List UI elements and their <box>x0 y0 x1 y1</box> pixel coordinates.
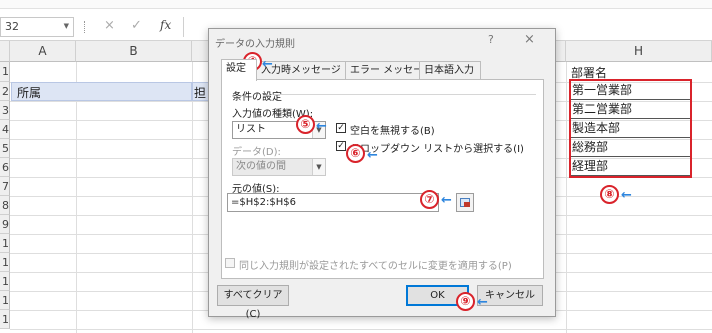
help-icon[interactable]: ? <box>488 33 494 46</box>
cell-b2[interactable]: 所属 <box>17 84 41 101</box>
annotation-marker-7: ⑦ <box>420 190 439 209</box>
confirm-entry-icon[interactable]: ✓ <box>131 18 142 33</box>
dialog-title: データの入力規則 <box>215 39 295 50</box>
section-title: 条件の設定 <box>232 92 282 103</box>
chevron-down-icon[interactable]: ▼ <box>64 22 69 30</box>
row-header[interactable]: 11 <box>0 253 10 272</box>
row-line <box>10 329 712 330</box>
arrow-left-icon: ← <box>477 295 488 310</box>
cell-c2[interactable]: 担 <box>194 84 206 101</box>
source-input[interactable]: =$H$2:$H$6 <box>227 193 439 212</box>
row-header[interactable]: 12 <box>0 272 10 291</box>
annotation-marker-5: ⑤ <box>296 115 315 134</box>
section-divider <box>274 94 536 95</box>
row-header[interactable]: 3 <box>0 101 10 120</box>
row-header[interactable]: 2 <box>0 82 10 101</box>
allow-select-value: リスト <box>236 124 266 135</box>
arrow-left-icon: ← <box>621 188 632 203</box>
range-picker-button[interactable] <box>456 193 474 212</box>
data-select-value: 次の値の間 <box>236 161 286 172</box>
annotation-marker-9: ⑨ <box>456 292 475 311</box>
row-header[interactable]: 9 <box>0 215 10 234</box>
settings-panel: 条件の設定 入力値の種類(W): リスト ▼ ✓ 空白を無視する(B) ✓ ドロ… <box>221 79 544 279</box>
data-validation-dialog: データの入力規則 ? × 設定 入力時メッセージ エラー メッセージ 日本語入力… <box>208 28 556 320</box>
column-line <box>192 62 193 333</box>
tab-settings[interactable]: 設定 <box>221 59 257 81</box>
in-cell-dropdown-checkbox[interactable]: ✓ <box>336 141 346 151</box>
name-box-value: 32 <box>5 20 19 33</box>
row-header[interactable]: 13 <box>0 291 10 310</box>
range-arrow-icon <box>464 202 470 207</box>
ignore-blank-checkbox[interactable]: ✓ <box>336 123 346 133</box>
row-header[interactable]: 14 <box>0 310 10 329</box>
arrow-left-icon: ← <box>316 119 327 134</box>
column-line <box>76 62 77 333</box>
ribbon-edge <box>0 0 712 9</box>
apply-all-label: 同じ入力規則が設定されたすべてのセルに変更を適用する(P) <box>239 261 512 272</box>
row-header[interactable]: 6 <box>0 158 10 177</box>
tab-ime-mode[interactable]: 日本語入力 <box>419 61 481 80</box>
column-header-b[interactable]: B <box>76 41 192 62</box>
department-list-highlight <box>569 79 692 178</box>
select-all-corner[interactable] <box>0 41 10 62</box>
column-header-h[interactable]: H <box>566 41 712 62</box>
apply-all-checkbox[interactable] <box>225 258 235 268</box>
column-header-a[interactable]: A <box>10 41 76 62</box>
clear-all-button[interactable]: すべてクリア(C) <box>217 285 289 320</box>
arrow-left-icon: ← <box>262 57 273 72</box>
annotation-marker-8: ⑧ <box>600 185 619 204</box>
row-header[interactable]: 4 <box>0 120 10 139</box>
column-line <box>566 62 567 333</box>
annotation-marker-6: ⑥ <box>346 144 365 163</box>
arrow-left-icon: ← <box>367 148 378 163</box>
data-label: データ(D): <box>232 147 281 158</box>
cancel-entry-icon[interactable]: × <box>104 18 115 33</box>
row-header[interactable]: 1 <box>0 62 10 82</box>
name-box[interactable]: 32 ▼ <box>0 17 74 37</box>
close-icon[interactable]: × <box>524 32 535 47</box>
data-select[interactable]: 次の値の間 ▼ <box>232 158 326 176</box>
row-header[interactable]: 7 <box>0 177 10 196</box>
insert-function-icon[interactable]: fx <box>160 18 171 32</box>
spreadsheet-screen: 32 ▼ × ✓ fx A B H 1 2 3 4 5 6 7 8 9 10 1… <box>0 0 712 333</box>
row-header[interactable]: 5 <box>0 139 10 158</box>
chevron-down-icon[interactable]: ▼ <box>312 159 325 175</box>
ignore-blank-label: 空白を無視する(B) <box>350 126 435 137</box>
row-header[interactable]: 8 <box>0 196 10 215</box>
row-header[interactable]: 10 <box>0 234 10 253</box>
formula-bar-grip[interactable] <box>84 21 86 33</box>
arrow-left-icon: ← <box>441 193 452 208</box>
tab-error-alert[interactable]: エラー メッセージ <box>345 61 433 80</box>
